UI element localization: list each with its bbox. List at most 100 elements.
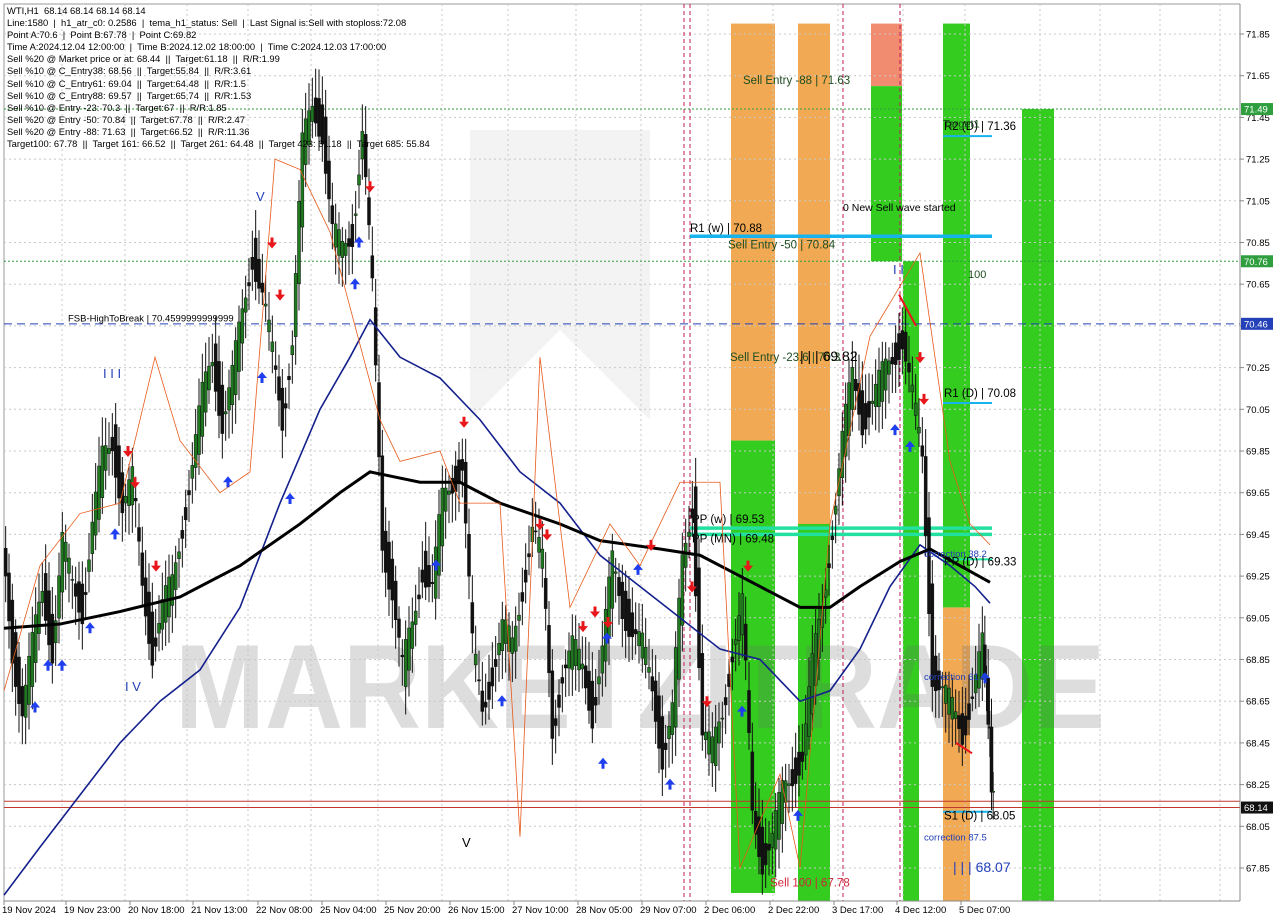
- candle-body: [380, 455, 385, 551]
- candle-body: [957, 715, 961, 729]
- candle-body: [777, 792, 781, 840]
- candle-body: [897, 333, 901, 361]
- candle-body: [477, 679, 481, 682]
- candle-body: [983, 644, 987, 675]
- chart-annotation: correction 61.8: [924, 672, 987, 683]
- candle-body: [160, 599, 165, 630]
- candle-body: [847, 382, 851, 437]
- candle-body: [153, 637, 158, 647]
- candle-body: [547, 625, 551, 674]
- time-tick-label: 19 Nov 23:00: [64, 905, 121, 916]
- candle-body: [520, 592, 525, 602]
- candle-body: [370, 255, 375, 279]
- info-line: Sell %20 @ Entry -50: 70.84 || Target:67…: [7, 113, 245, 125]
- candle-body: [733, 639, 738, 645]
- candle-body: [263, 303, 268, 307]
- time-tick-label: 3 Dec 17:00: [832, 905, 883, 916]
- candle-body: [760, 826, 765, 875]
- time-tick-label: 25 Nov 04:00: [320, 905, 377, 916]
- candle-body: [590, 680, 595, 729]
- candle-body: [390, 558, 395, 601]
- candle-body: [110, 436, 115, 452]
- candle-body: [493, 659, 498, 667]
- candle-body: [83, 592, 88, 595]
- candle-body: [150, 611, 155, 666]
- candle-body: [473, 653, 478, 666]
- candle-body: [467, 534, 471, 577]
- candle-body: [357, 174, 361, 186]
- candle-body: [293, 273, 298, 337]
- candle-body: [517, 614, 521, 621]
- candle-body: [367, 197, 371, 226]
- candle-body: [533, 530, 538, 533]
- candle-body: [970, 696, 975, 699]
- candle-body: [410, 621, 415, 649]
- candle-body: [870, 400, 875, 404]
- candle-body: [587, 670, 591, 711]
- candle-body: [989, 726, 994, 793]
- candle-body: [907, 362, 911, 373]
- candle-body: [270, 341, 275, 352]
- candle-body: [680, 554, 685, 626]
- price-tick-label: 69.45: [1246, 530, 1270, 541]
- indicator-info-panel: WTI,H1 68.14 68.14 68.14 68.14 Line:1580 …: [7, 5, 430, 150]
- candle-body: [37, 601, 41, 634]
- candle-body: [223, 411, 228, 415]
- candle-body: [27, 655, 31, 705]
- candle-body: [950, 696, 955, 720]
- candle-body: [247, 282, 251, 287]
- candle-body: [50, 613, 55, 664]
- candle-body: [500, 619, 505, 652]
- price-tick-label: 69.85: [1246, 447, 1270, 458]
- info-line: Sell %10 @ Entry -23: 70.3 || Target:67 …: [7, 101, 227, 113]
- pivot-level-label: PP (w) | 69.53: [692, 514, 764, 526]
- candle-body: [243, 297, 248, 313]
- info-line: Sell %20 @ Market price or at: 68.44 || …: [7, 53, 280, 65]
- candle-body: [107, 448, 111, 454]
- candle-body: [620, 581, 625, 619]
- candle-body: [663, 742, 668, 750]
- info-line: WTI,H1 68.14 68.14 68.14 68.14: [7, 5, 146, 16]
- price-tag-label: 70.76: [1244, 257, 1268, 268]
- candle-body: [10, 599, 15, 664]
- candle-body: [850, 367, 855, 410]
- candle-body: [47, 590, 51, 646]
- candle-body: [853, 379, 858, 391]
- candle-body: [260, 282, 265, 293]
- candle-body: [203, 371, 208, 413]
- candle-body: [463, 461, 468, 524]
- candle-body: [513, 625, 518, 652]
- candle-body: [873, 383, 878, 407]
- candle-body: [617, 577, 621, 596]
- candle-body: [573, 639, 578, 666]
- candle-body: [650, 676, 655, 692]
- candle-body: [890, 357, 895, 365]
- info-line: Sell %10 @ C_Entry38: 68.56 || Target:55…: [7, 65, 252, 77]
- candle-body: [170, 574, 175, 606]
- candle-body: [690, 508, 695, 519]
- candle-body: [443, 487, 448, 512]
- pivot-level-label: S1 (D) | 68.05: [944, 811, 1015, 823]
- candle-body: [863, 403, 868, 430]
- candle-body: [177, 551, 181, 559]
- candle-body: [183, 507, 188, 520]
- candle-body: [30, 632, 35, 687]
- candle-body: [40, 591, 45, 603]
- chart-root: MARKETZITRADE R1 (w) | 70.88 PP (w) | 69.5…: [0, 0, 1280, 920]
- candle-body: [343, 243, 348, 256]
- candle-body: [877, 369, 881, 408]
- candle-body: [337, 229, 341, 256]
- candle-body: [7, 572, 11, 622]
- price-tick-label: 70.85: [1246, 238, 1270, 249]
- candle-body: [900, 330, 905, 350]
- candle-body: [570, 635, 575, 670]
- candle-body: [830, 535, 835, 541]
- chart-annotation: | | | 69.82: [800, 348, 858, 364]
- candle-body: [117, 445, 121, 499]
- time-tick-label: 29 Nov 07:00: [640, 905, 697, 916]
- candle-body: [453, 465, 458, 492]
- candle-body: [423, 550, 428, 588]
- candle-body: [737, 615, 741, 641]
- candle-body: [583, 665, 588, 689]
- candle-body: [460, 459, 465, 471]
